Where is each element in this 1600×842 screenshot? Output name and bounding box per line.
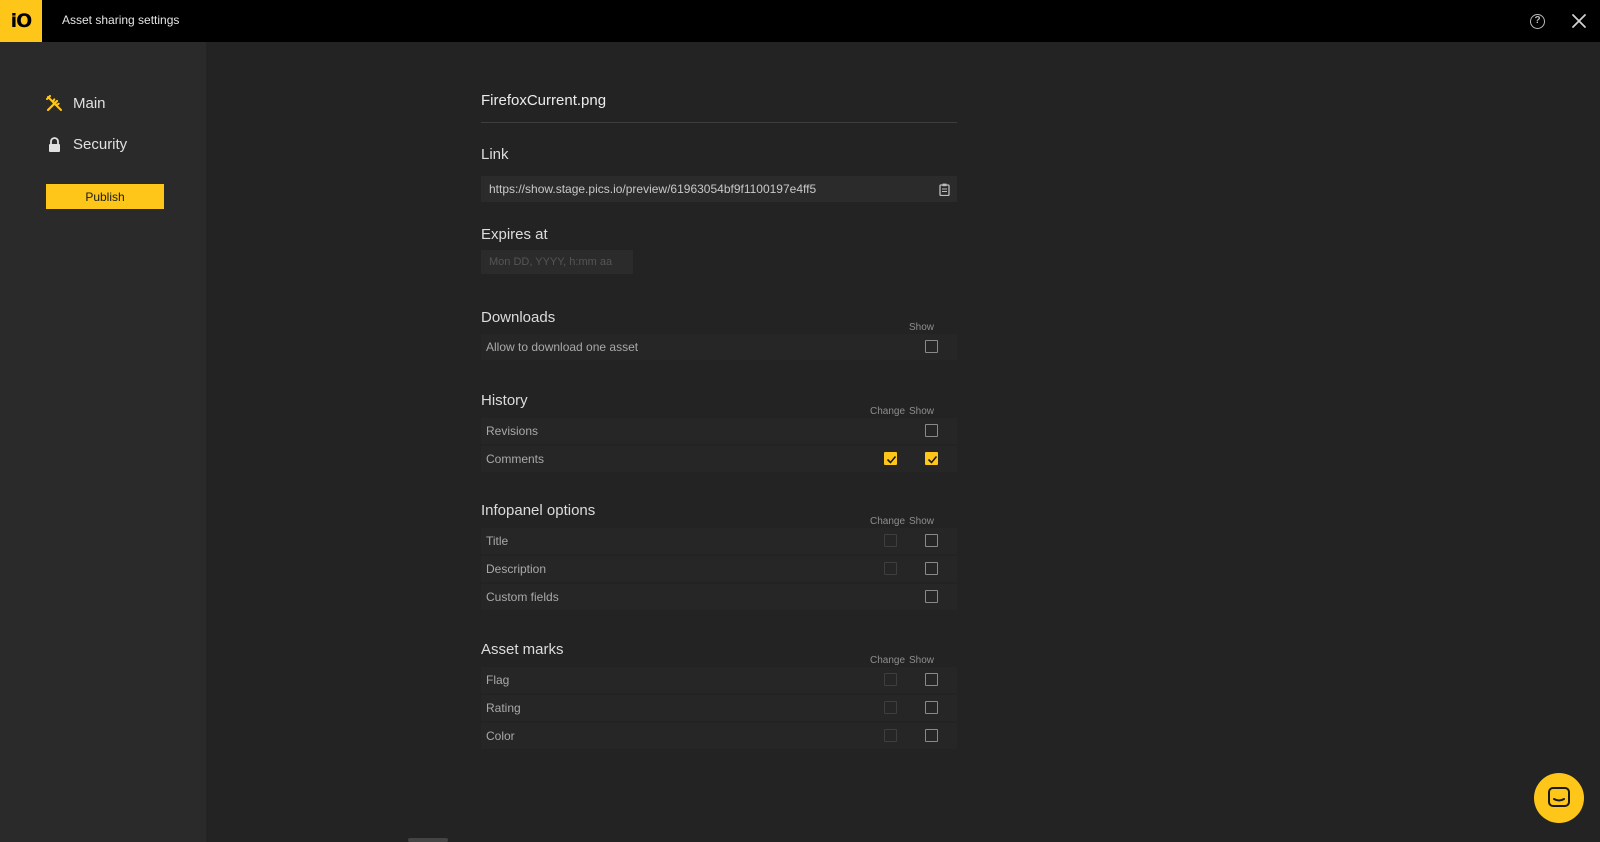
description-change-checkbox[interactable]	[884, 562, 897, 575]
settings-row: Revisions	[481, 418, 957, 444]
app-logo: iO	[0, 0, 42, 42]
row-label: Rating	[486, 701, 521, 715]
settings-row: Color	[481, 723, 957, 749]
rating-change-checkbox[interactable]	[884, 701, 897, 714]
row-label: Flag	[486, 673, 510, 687]
asset-marks-section-title: Asset marks	[481, 641, 564, 658]
title-show-checkbox[interactable]	[925, 534, 938, 547]
row-label: Title	[486, 534, 509, 548]
flag-show-checkbox[interactable]	[925, 673, 938, 686]
row-label: Description	[486, 562, 547, 576]
settings-row: Title	[481, 528, 957, 554]
settings-row: Allow to download one asset	[481, 334, 957, 360]
revisions-show-checkbox[interactable]	[925, 424, 938, 437]
row-label: Revisions	[486, 424, 539, 438]
chat-support-button[interactable]	[1534, 773, 1584, 823]
downloads-section-title: Downloads	[481, 309, 556, 326]
color-change-checkbox[interactable]	[884, 729, 897, 742]
change-column-header: Change	[870, 406, 906, 417]
expires-section-title: Expires at	[481, 226, 548, 243]
settings-row: Custom fields	[481, 584, 957, 610]
change-column-header: Change	[870, 655, 906, 666]
custom-fields-show-checkbox[interactable]	[925, 590, 938, 603]
link-section-title: Link	[481, 146, 509, 163]
settings-row: Comments	[481, 446, 957, 472]
comments-show-checkbox[interactable]	[925, 452, 938, 465]
help-circle-icon[interactable]: ?	[1530, 14, 1545, 29]
share-link-field[interactable]: https://show.stage.pics.io/preview/61963…	[481, 176, 957, 202]
color-show-checkbox[interactable]	[925, 729, 938, 742]
show-column-header: Show	[909, 655, 935, 666]
settings-row: Rating	[481, 695, 957, 721]
divider	[481, 122, 957, 123]
title-change-checkbox[interactable]	[884, 534, 897, 547]
publish-button[interactable]: Publish	[46, 184, 164, 209]
rating-show-checkbox[interactable]	[925, 701, 938, 714]
clipboard-icon[interactable]	[931, 176, 957, 202]
flag-change-checkbox[interactable]	[884, 673, 897, 686]
top-bar: iO Asset sharing settings ?	[0, 0, 1600, 42]
sidebar-item-security[interactable]: Security	[46, 133, 186, 155]
infopanel-section-title: Infopanel options	[481, 502, 596, 519]
check-icon	[927, 455, 938, 464]
check-icon	[886, 455, 897, 464]
comments-change-checkbox[interactable]	[884, 452, 897, 465]
row-label: Allow to download one asset	[486, 340, 639, 354]
row-label: Color	[486, 729, 515, 743]
history-section-title: History	[481, 392, 528, 409]
sidebar: Main Security Publish	[0, 42, 206, 842]
scrollbar-thumb[interactable]	[408, 838, 448, 842]
close-icon[interactable]	[1568, 10, 1590, 32]
asset-filename: FirefoxCurrent.png	[481, 92, 607, 109]
expires-date-input[interactable]	[481, 250, 633, 274]
chat-bubble-icon	[1548, 787, 1570, 807]
settings-row: Flag	[481, 667, 957, 693]
show-column-header: Show	[909, 516, 935, 527]
sidebar-item-main[interactable]: Main	[46, 92, 186, 114]
show-column-header: Show	[909, 406, 935, 417]
row-label: Comments	[486, 452, 545, 466]
settings-row: Description	[481, 556, 957, 582]
sidebar-item-label: Main	[73, 94, 106, 112]
share-link-url[interactable]: https://show.stage.pics.io/preview/61963…	[481, 182, 931, 196]
sidebar-item-label: Security	[73, 135, 128, 153]
window-title: Asset sharing settings	[62, 13, 180, 27]
lock-icon	[46, 136, 63, 153]
row-label: Custom fields	[486, 590, 559, 604]
tools-icon	[46, 94, 63, 112]
show-column-header: Show	[909, 322, 935, 333]
description-show-checkbox[interactable]	[925, 562, 938, 575]
change-column-header: Change	[870, 516, 906, 527]
download-show-checkbox[interactable]	[925, 340, 938, 353]
